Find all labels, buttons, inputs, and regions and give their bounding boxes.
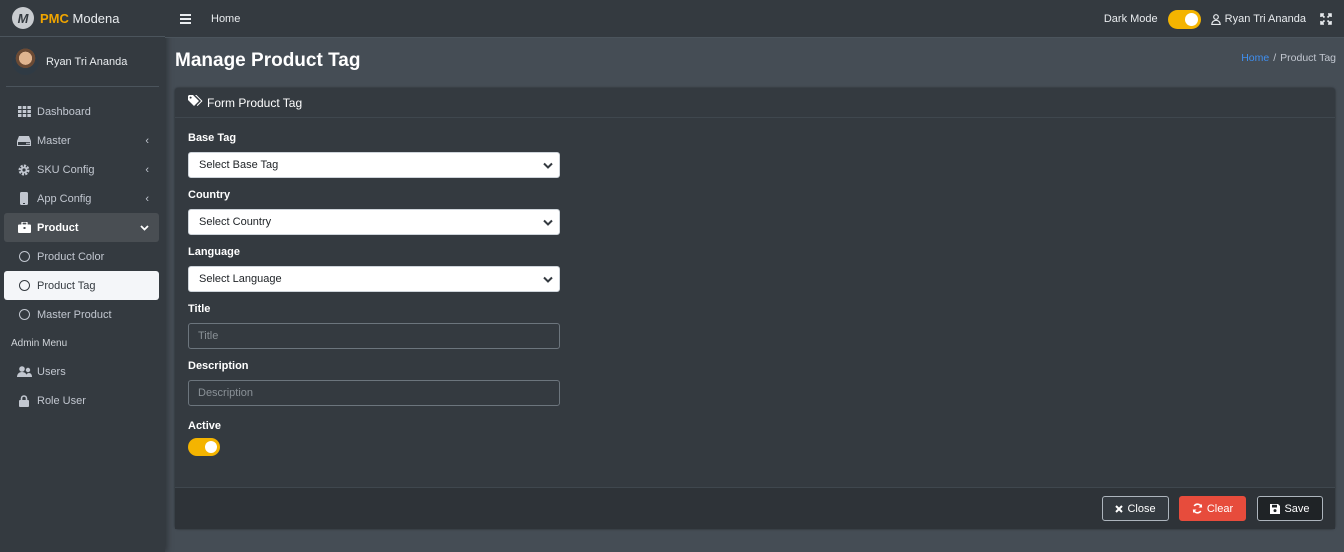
form-card: Form Product Tag Base Tag Select Base Ta… — [175, 88, 1335, 529]
title-group: Title Title — [188, 303, 1335, 349]
admin-menu-header: Admin Menu — [11, 337, 68, 349]
clear-button[interactable]: Clear — [1179, 496, 1246, 521]
sidebar-item-master[interactable]: Master ‹ — [4, 126, 159, 155]
dark-mode-toggle[interactable] — [1167, 9, 1201, 29]
sidebar: M PMC Modena Ryan Tri Ananda Dashboard M… — [0, 0, 165, 552]
topbar-right: Dark Mode Ryan Tri Ananda — [1104, 0, 1332, 38]
sidebar-item-app-config[interactable]: App Config ‹ — [4, 184, 159, 213]
card-title: Form Product Tag — [207, 95, 303, 110]
chevron-down-icon — [543, 160, 553, 172]
chevron-down-icon — [140, 222, 149, 234]
save-label: Save — [1284, 502, 1310, 515]
language-select[interactable]: Select Language — [188, 266, 560, 292]
sidebar-user-name: Ryan Tri Ananda — [46, 55, 128, 68]
dark-mode-label: Dark Mode — [1103, 13, 1158, 25]
briefcase-icon — [16, 222, 32, 233]
sidebar-item-sku-config[interactable]: SKU Config ‹ — [4, 155, 159, 184]
close-button[interactable]: Close — [1102, 496, 1169, 521]
hamburger-icon[interactable] — [180, 13, 191, 24]
active-switch[interactable] — [188, 438, 220, 456]
sidebar-item-dashboard[interactable]: Dashboard — [4, 97, 159, 126]
base-tag-value: Select Base Tag — [199, 159, 279, 171]
title-input[interactable]: Title — [188, 323, 560, 349]
fullscreen-icon[interactable] — [1320, 13, 1332, 25]
circle-icon — [16, 280, 32, 291]
breadcrumb-separator: / — [1273, 52, 1277, 64]
chevron-left-icon: ‹ — [145, 163, 149, 176]
users-icon — [16, 366, 32, 377]
user-menu[interactable]: Ryan Tri Ananda — [1210, 13, 1306, 25]
brand-link[interactable]: M PMC Modena — [0, 0, 165, 37]
sidebar-item-label: Master Product — [37, 308, 112, 321]
circle-icon — [16, 309, 32, 320]
top-home-link[interactable]: Home — [211, 13, 240, 25]
close-label: Close — [1127, 502, 1156, 515]
sidebar-item-product-color[interactable]: Product Color — [4, 242, 159, 271]
refresh-icon — [1192, 503, 1203, 514]
mobile-icon — [16, 192, 32, 205]
sidebar-item-label: Product — [37, 221, 79, 234]
chevron-left-icon: ‹ — [145, 192, 149, 205]
country-label: Country — [188, 189, 231, 201]
country-select[interactable]: Select Country — [188, 209, 560, 235]
sidebar-item-label: SKU Config — [37, 163, 95, 176]
user-icon — [1210, 13, 1221, 25]
card-footer: Close Clear Save — [175, 487, 1335, 529]
brand-name: PMC Modena — [40, 11, 120, 26]
chevron-left-icon: ‹ — [145, 134, 149, 147]
language-group: Language Select Language — [188, 246, 1335, 292]
brand-logo: M — [12, 7, 34, 29]
sidebar-item-product[interactable]: Product — [4, 213, 159, 242]
active-label: Active — [188, 420, 222, 432]
sidebar-item-label: Product Color — [37, 250, 105, 263]
sidebar-item-label: Users — [37, 365, 66, 378]
sidebar-item-label: App Config — [37, 192, 92, 205]
lock-icon — [16, 394, 32, 407]
sidebar-item-product-tag[interactable]: Product Tag — [4, 271, 159, 300]
close-icon — [1115, 504, 1124, 513]
country-group: Country Select Country — [188, 189, 1335, 235]
sidebar-item-master-product[interactable]: Master Product — [4, 300, 159, 329]
sidebar-item-label: Role User — [37, 394, 86, 407]
sidebar-item-label: Master — [37, 134, 71, 147]
tags-icon — [188, 95, 203, 110]
base-tag-group: Base Tag Select Base Tag — [188, 132, 1335, 178]
description-label: Description — [188, 360, 249, 372]
breadcrumb-home[interactable]: Home — [1241, 52, 1269, 64]
language-label: Language — [188, 246, 240, 258]
brand-rest: Modena — [72, 10, 120, 26]
product-tag-form: Base Tag Select Base Tag Country Select … — [175, 118, 1335, 456]
sidebar-item-label: Product Tag — [37, 279, 96, 292]
avatar — [12, 48, 39, 75]
floppy-icon — [1270, 503, 1281, 514]
title-label: Title — [188, 303, 211, 315]
sidebar-item-users[interactable]: Users — [4, 357, 159, 386]
breadcrumb: Home / Product Tag — [1241, 52, 1336, 64]
circle-icon — [16, 251, 32, 262]
language-value: Select Language — [199, 273, 282, 285]
brand-bold: PMC — [40, 10, 69, 26]
country-value: Select Country — [199, 216, 272, 228]
hdd-icon — [16, 135, 32, 146]
chevron-down-icon — [543, 217, 553, 229]
base-tag-label: Base Tag — [188, 132, 237, 144]
active-group: Active — [188, 420, 1335, 456]
topbar: Home Dark Mode Ryan Tri Ananda — [165, 0, 1344, 38]
grid-icon — [16, 106, 32, 117]
breadcrumb-current: Product Tag — [1280, 52, 1336, 64]
sidebar-nav: Dashboard Master ‹ SKU Config ‹ App Conf… — [0, 87, 165, 415]
top-user-name: Ryan Tri Ananda — [1224, 13, 1306, 25]
description-input[interactable]: Description — [188, 380, 560, 406]
base-tag-select[interactable]: Select Base Tag — [188, 152, 560, 178]
save-button[interactable]: Save — [1257, 496, 1323, 521]
card-header: Form Product Tag — [175, 88, 1335, 118]
page-title: Manage Product Tag — [175, 50, 361, 71]
gear-icon — [16, 164, 32, 176]
sidebar-item-label: Dashboard — [37, 105, 91, 118]
clear-label: Clear — [1206, 502, 1234, 515]
sidebar-item-role-user[interactable]: Role User — [4, 386, 159, 415]
description-group: Description Description — [188, 360, 1335, 406]
chevron-down-icon — [543, 274, 553, 286]
user-panel[interactable]: Ryan Tri Ananda — [6, 37, 159, 87]
